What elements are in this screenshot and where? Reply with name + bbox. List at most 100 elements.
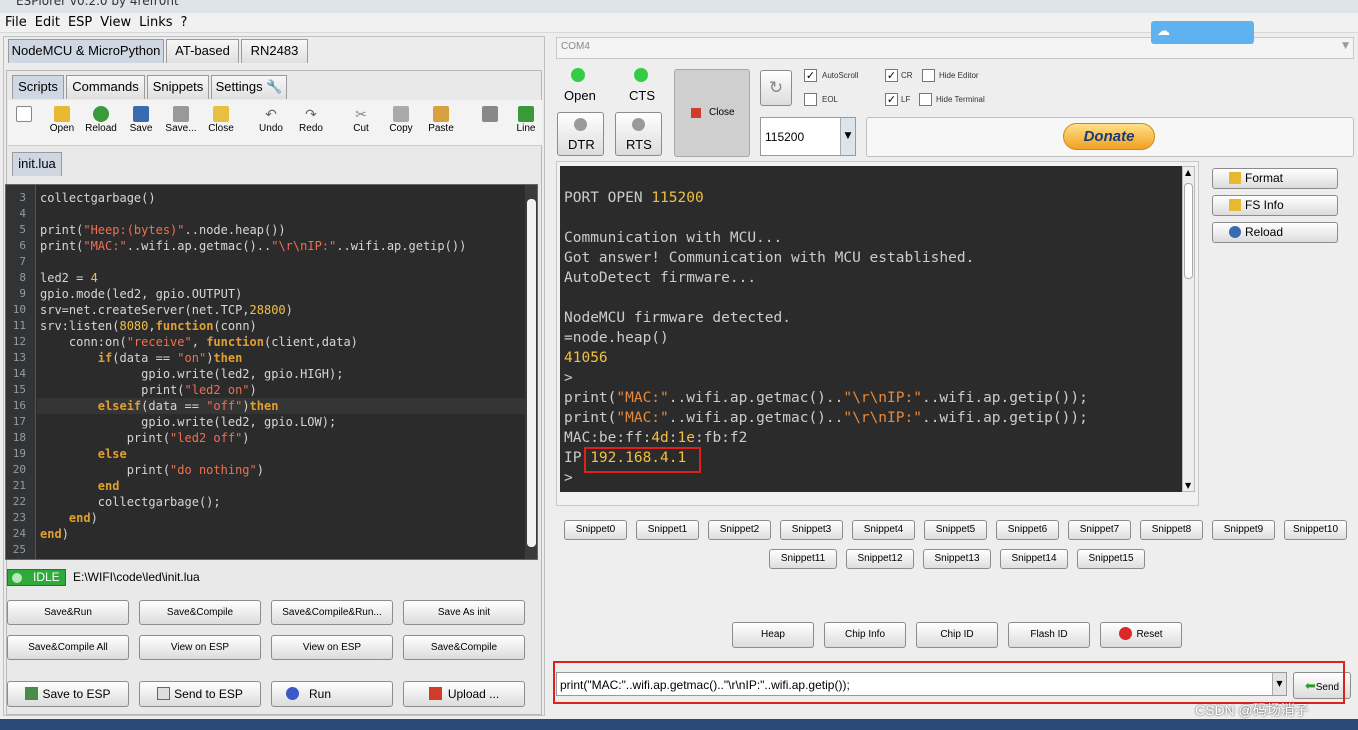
hide-terminal-checkbox[interactable]	[919, 93, 932, 106]
cr-checkbox[interactable]: ✓	[885, 69, 898, 82]
snippet-button-snippet3[interactable]: Snippet3	[780, 520, 843, 540]
refresh-ports-button[interactable]: ↻	[760, 70, 792, 106]
menu-esp[interactable]: ESP	[63, 13, 95, 30]
save-and-compile-button[interactable]: Save&Compile	[139, 600, 261, 625]
snippet-button-snippet1[interactable]: Snippet1	[636, 520, 699, 540]
close-file-button[interactable]: Close	[201, 104, 241, 142]
save-as-button[interactable]: Save...	[161, 104, 201, 142]
line-number: 21	[12, 479, 26, 492]
lf-checkbox[interactable]: ✓	[885, 93, 898, 106]
rts-button[interactable]: RTS	[615, 112, 662, 156]
send-to-esp-button[interactable]: Send to ESP	[139, 681, 261, 707]
send-to-esp-icon	[157, 687, 171, 700]
save-and-run-button[interactable]: Save&Run	[7, 600, 129, 625]
menu-file[interactable]: File	[0, 13, 30, 30]
editor-scroll-thumb[interactable]	[527, 199, 536, 547]
menu-links[interactable]: Links	[134, 13, 175, 30]
menu-help[interactable]: ?	[176, 13, 191, 30]
view-on-esp-button-1[interactable]: View on ESP	[139, 635, 261, 660]
line-button[interactable]: Line	[511, 104, 541, 142]
run-button[interactable]: Run	[271, 681, 393, 707]
snippet-button-snippet2[interactable]: Snippet2	[708, 520, 771, 540]
terminal-scroll-thumb[interactable]	[1184, 183, 1193, 279]
code-line: 22 collectgarbage();	[6, 494, 526, 510]
terminal-output[interactable]: PORT OPEN 115200 Communication with MCU..…	[560, 166, 1182, 492]
line-number: 22	[12, 495, 26, 508]
close-port-button[interactable]: Close	[674, 69, 750, 157]
upload-button[interactable]: Upload ...	[403, 681, 525, 707]
dtr-button[interactable]: DTR	[557, 112, 604, 156]
print-button[interactable]	[470, 104, 510, 142]
tab-settings[interactable]: Settings 🔧	[211, 75, 287, 99]
tab-scripts[interactable]: Scripts	[12, 75, 64, 99]
code-text: conn:on("receive", function(client,data)	[40, 335, 358, 349]
eol-checkbox[interactable]	[804, 93, 817, 106]
line-number: 14	[12, 367, 26, 380]
snippet-button-snippet10[interactable]: Snippet10	[1284, 520, 1347, 540]
line-number: 7	[19, 255, 26, 268]
fs-info-button[interactable]: FS Info	[1212, 195, 1338, 216]
tab-at-based[interactable]: AT-based	[166, 39, 239, 63]
snippet-button-snippet11[interactable]: Snippet11	[769, 549, 837, 569]
code-text: print("Heep:(bytes)"..node.heap())	[40, 223, 286, 237]
save-button[interactable]: Save	[121, 104, 161, 142]
fs-reload-button[interactable]: Reload	[1212, 222, 1338, 243]
chip-id-button[interactable]: Chip ID	[916, 622, 998, 648]
snippet-button-snippet15[interactable]: Snippet15	[1077, 549, 1145, 569]
line-number: 16	[12, 399, 26, 412]
copy-icon	[393, 106, 409, 122]
tab-commands[interactable]: Commands	[66, 75, 145, 99]
new-file-button[interactable]	[4, 104, 44, 142]
terminal-line: PORT OPEN 115200	[564, 190, 704, 206]
redo-label: Redo	[299, 123, 323, 134]
save-as-init-button[interactable]: Save As init	[403, 600, 525, 625]
snippet-button-snippet12[interactable]: Snippet12	[846, 549, 914, 569]
menu-edit[interactable]: Edit	[30, 13, 63, 30]
tab-rn2483[interactable]: RN2483	[241, 39, 308, 63]
snippet-button-snippet7[interactable]: Snippet7	[1068, 520, 1131, 540]
autoscroll-checkbox[interactable]: ✓	[804, 69, 817, 82]
save-compile-run-button[interactable]: Save&Compile&Run...	[271, 600, 393, 625]
format-button[interactable]: Format	[1212, 168, 1338, 189]
tab-nodemcu[interactable]: NodeMCU & MicroPython	[8, 39, 164, 63]
undo-button[interactable]: ↶ Undo	[251, 104, 291, 142]
tab-snippets[interactable]: Snippets	[147, 75, 209, 99]
open-label[interactable]: Open	[564, 88, 596, 103]
redo-button[interactable]: ↷ Redo	[291, 104, 331, 142]
snippet-button-snippet8[interactable]: Snippet8	[1140, 520, 1203, 540]
heap-button[interactable]: Heap	[732, 622, 814, 648]
snippet-button-snippet9[interactable]: Snippet9	[1212, 520, 1275, 540]
view-on-esp-button-2[interactable]: View on ESP	[271, 635, 393, 660]
csdn-watermark: CSDN @码场消子	[1195, 702, 1309, 718]
menu-view[interactable]: View	[95, 13, 134, 30]
cut-button[interactable]: ✂ Cut	[341, 104, 381, 142]
open-button[interactable]: Open	[42, 104, 82, 142]
code-editor[interactable]: 3 collectgarbage() 4 5 print("Heep:(bytes)".…	[5, 184, 538, 560]
snippet-button-snippet13[interactable]: Snippet13	[923, 549, 991, 569]
command-highlight-box	[553, 661, 1345, 704]
copy-button[interactable]: Copy	[381, 104, 421, 142]
code-text: gpio.mode(led2, gpio.OUTPUT)	[40, 287, 243, 301]
save-compile-button-2[interactable]: Save&Compile	[403, 635, 525, 660]
snippet-button-snippet0[interactable]: Snippet0	[564, 520, 627, 540]
snippet-button-snippet6[interactable]: Snippet6	[996, 520, 1059, 540]
reset-button[interactable]: Reset	[1100, 622, 1182, 648]
snippet-button-snippet14[interactable]: Snippet14	[1000, 549, 1068, 569]
code-line: 7	[6, 254, 526, 270]
hide-editor-checkbox[interactable]	[922, 69, 935, 82]
baud-select[interactable]: 115200 ▼	[760, 117, 856, 156]
flash-id-button[interactable]: Flash ID	[1008, 622, 1090, 648]
code-text: print("MAC:"..wifi.ap.getmac().."\r\nIP:…	[40, 239, 467, 253]
donate-button[interactable]: Donate	[1063, 123, 1155, 150]
reload-button[interactable]: Reload	[81, 104, 121, 142]
chip-info-button[interactable]: Chip Info	[824, 622, 906, 648]
eol-label: EOL	[822, 95, 839, 104]
snippet-button-snippet5[interactable]: Snippet5	[924, 520, 987, 540]
paste-button[interactable]: Paste	[421, 104, 461, 142]
terminal-scrollbar[interactable]: ▲ ▼	[1182, 166, 1195, 492]
save-compile-all-button[interactable]: Save&Compile All	[7, 635, 129, 660]
file-tab-init-lua[interactable]: init.lua	[12, 152, 62, 176]
code-text: print("led2 off")	[40, 431, 250, 445]
save-to-esp-button[interactable]: Save to ESP	[7, 681, 129, 707]
snippet-button-snippet4[interactable]: Snippet4	[852, 520, 915, 540]
